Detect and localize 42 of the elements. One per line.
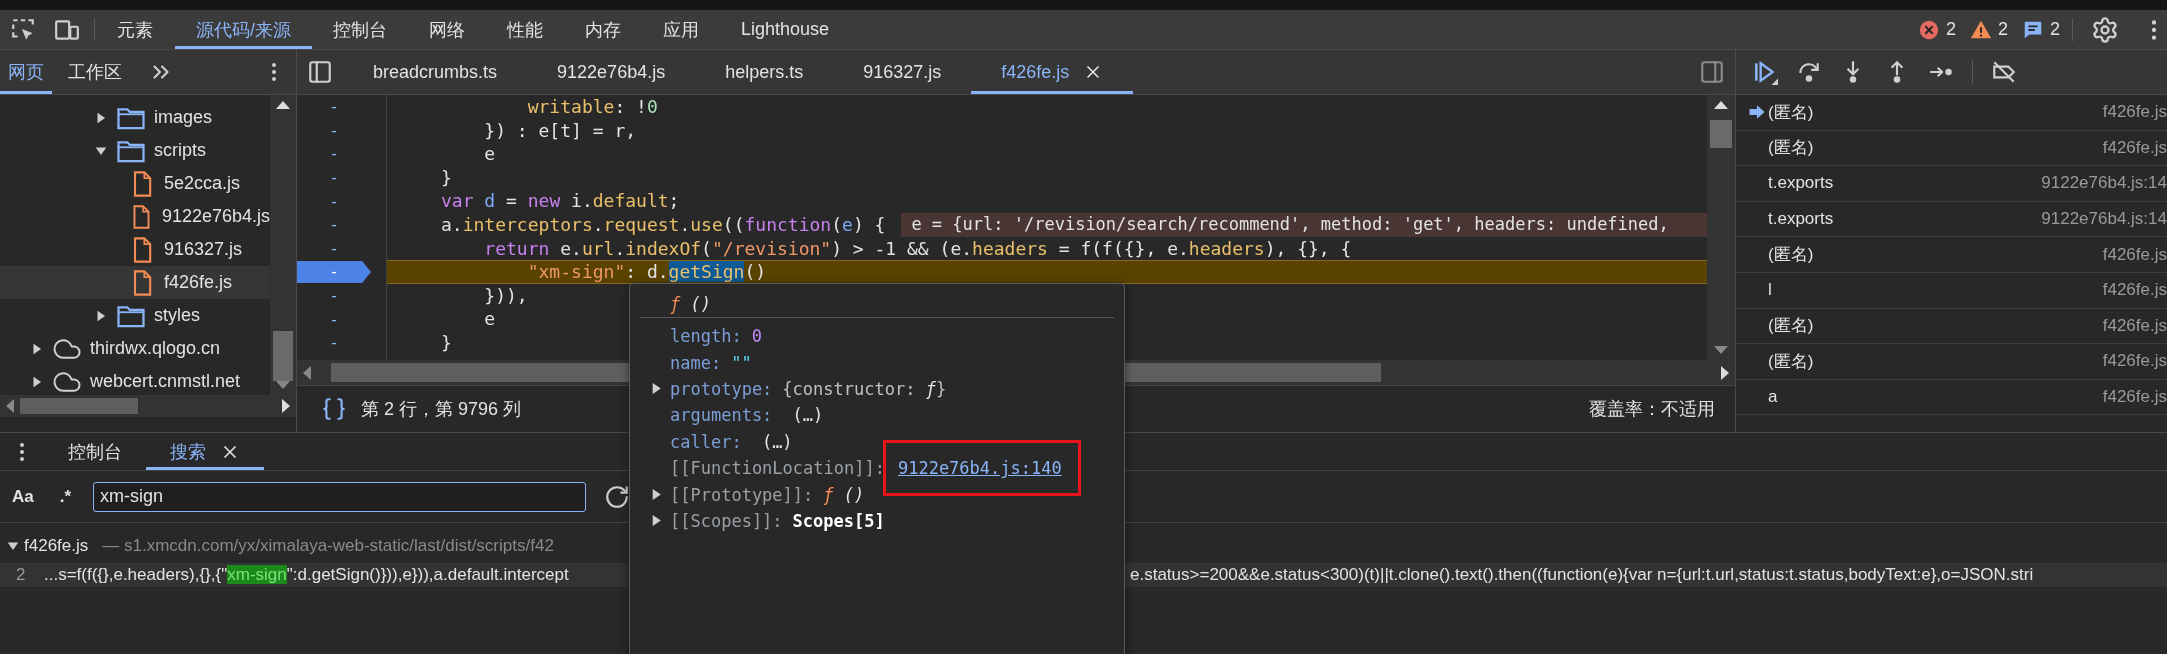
property-value: (…)	[791, 405, 824, 426]
inline-value: e = {url: '/revision/search/recommend', method: 'get', headers: undefined,	[901, 212, 1707, 237]
function-name: (匿名)	[1768, 315, 1814, 338]
property-key: caller:	[670, 431, 742, 452]
function-name: (匿名)	[1768, 350, 1814, 373]
function-name: (匿名)	[1768, 137, 1814, 160]
function-name: a	[1768, 387, 1778, 408]
property-value: ""	[731, 352, 752, 373]
property-key: length:	[670, 326, 742, 347]
code-line: }	[440, 330, 452, 355]
function-name: t.exports	[1768, 173, 1834, 194]
code-line: a.interceptors.request.use((function(e) {	[440, 212, 886, 237]
code-line: e	[483, 142, 496, 166]
code-line: }) : e[t] = r,	[483, 118, 637, 143]
function-name: l	[1768, 280, 1772, 301]
code-line: var d = new i.default;	[440, 189, 680, 213]
property-value: {constructor: ƒ}	[782, 378, 947, 399]
property-value: (…)	[760, 431, 793, 452]
property-key: name:	[670, 352, 722, 373]
code-line: }	[440, 165, 452, 190]
code-line: return e.url.indexOf("/revision") > -1 && (e.headers = f(f({}, e.headers), {}, {	[483, 236, 1352, 261]
property-key: [[Scopes]]:	[670, 510, 783, 531]
match-text: ...s=f(f({},e.headers),{},{"xm-sign":d.getSign()})),e})),a.default.intercept	[44, 565, 569, 585]
code-line: writable: !0	[526, 95, 658, 119]
function-name: (匿名)	[1768, 244, 1814, 267]
result-file-path: — s1.xmcdn.com/yx/ximalaya-web-static/last/dist/scripts/f42	[102, 536, 554, 556]
property-key: [[Prototype]]:	[670, 484, 814, 505]
property-key: arguments:	[670, 405, 773, 426]
code-line: e	[483, 307, 496, 331]
function-name: t.exports	[1768, 209, 1834, 230]
property-key: [[FunctionLocation]]:	[670, 458, 885, 479]
match-text: e.status>=200&&e.status<300)(t)||t.clone().text().then((function(e){var n={url:t.url,status:t.status,bodyText:e},o=JSON.stri	[1130, 565, 2034, 585]
line-number: 2	[15, 565, 27, 585]
property-value: ƒ ()	[823, 484, 865, 505]
coverage-status: 覆盖率：不适用	[1589, 398, 1715, 421]
property-key: prototype:	[670, 378, 773, 399]
property-value: Scopes[5]	[792, 510, 885, 531]
popover-title: ƒ ()	[640, 290, 1114, 318]
code-line: })),	[483, 283, 528, 308]
function-name: (匿名)	[1768, 101, 1814, 124]
property-value: 0	[751, 326, 762, 347]
cursor-position: 第 2 行，第 9796 列	[361, 398, 522, 421]
